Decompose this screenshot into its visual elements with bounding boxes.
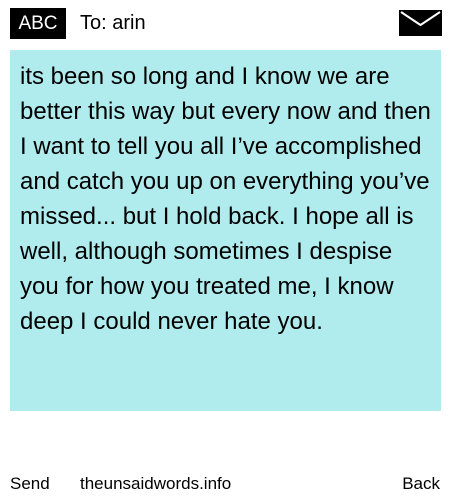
recipient-label: To: arin: [80, 12, 146, 34]
message-body: its been so long and I know we are bette…: [20, 63, 443, 335]
site-link[interactable]: theunsaidwords.info: [80, 470, 231, 498]
footer: Send theunsaidwords.info Back: [0, 470, 450, 498]
header: ABC To: arin: [0, 0, 450, 45]
envelope-icon[interactable]: [399, 10, 442, 36]
message-box: its been so long and I know we are bette…: [10, 50, 441, 411]
back-button[interactable]: Back: [402, 470, 440, 498]
abc-badge: ABC: [10, 8, 66, 39]
send-button[interactable]: Send: [10, 470, 50, 498]
